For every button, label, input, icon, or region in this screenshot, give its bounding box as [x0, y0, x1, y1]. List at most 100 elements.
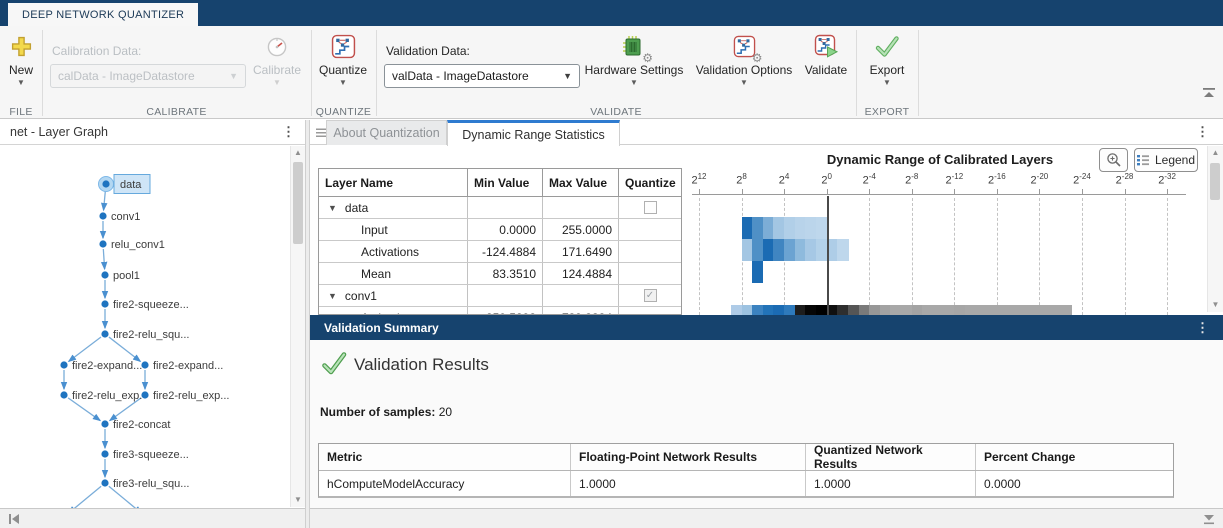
zoom-in-button[interactable]: [1099, 148, 1128, 172]
x-axis-line: [692, 194, 1186, 195]
heatmap-cell: [1018, 305, 1030, 315]
heatmap-cell: [752, 261, 764, 283]
quantize-cell: [619, 219, 681, 240]
validation-data-dropdown[interactable]: valData - ImageDatastore ▼: [384, 64, 580, 88]
graph-node-label[interactable]: data: [120, 179, 142, 191]
heatmap-cell: [1050, 305, 1062, 315]
graph-node-fire2-relu_exp-l[interactable]: [60, 391, 68, 399]
quantize-button-label: Quantize: [318, 63, 368, 77]
heatmap-cell: [816, 217, 828, 239]
heatmap-cell: [1007, 305, 1019, 315]
dynamic-range-stats-table: Layer Name Min Value Max Value Quantize ▼ dat…: [318, 168, 682, 315]
graph-node-fire3-squeeze[interactable]: [101, 450, 109, 458]
graph-node-label[interactable]: fire2-concat: [113, 419, 170, 431]
x-tick-mark: [954, 189, 956, 194]
graph-node-label[interactable]: fire3-relu_squ...: [113, 478, 189, 490]
quantize-cell: [619, 307, 681, 314]
graph-node-fire2-relu_squ[interactable]: [101, 330, 109, 338]
scroll-up-icon[interactable]: ▲: [1208, 146, 1223, 160]
graph-node-label[interactable]: fire2-relu_exp...: [153, 390, 229, 402]
max-value-cell: 171.6490: [543, 241, 619, 262]
gridline: [1081, 198, 1083, 315]
max-value-cell: 255.0000: [543, 219, 619, 240]
layer-graph-scrollbar[interactable]: ▲ ▼: [290, 146, 305, 507]
quantize-checkbox[interactable]: ✓: [643, 289, 657, 302]
graph-node-pool1[interactable]: [101, 271, 109, 279]
table-row: hComputeModelAccuracy 1.0000 1.0000 0.0000: [319, 471, 1173, 496]
validation-panel-menu-icon[interactable]: ⋮: [1196, 320, 1209, 336]
graph-node-conv1[interactable]: [99, 212, 107, 220]
graph-node-fire3-relu_squ[interactable]: [101, 479, 109, 487]
reference-line-2pow0: [826, 196, 829, 315]
graph-node-label[interactable]: fire2-expand...: [72, 360, 142, 372]
ribbon-tab-bar: DEEP NETWORK QUANTIZER: [0, 0, 1223, 26]
heatmap-cell: [762, 217, 775, 239]
heatmap-cell: [901, 305, 913, 315]
layer-name-cell: Input: [319, 219, 468, 240]
ribbon-tab-deep-network-quantizer[interactable]: DEEP NETWORK QUANTIZER: [8, 3, 199, 26]
collapse-ribbon-icon[interactable]: [1201, 86, 1217, 98]
quantize-checkbox[interactable]: [643, 201, 657, 214]
validation-summary-header: Validation Summary ⋮: [310, 315, 1223, 340]
max-value-cell: 124.4884: [543, 263, 619, 284]
heatmap-cell: [879, 305, 892, 315]
gridline: [869, 198, 871, 315]
graph-node-label[interactable]: fire3-squeeze...: [113, 449, 189, 461]
hardware-settings-dropdown-arrow[interactable]: ▼: [630, 79, 638, 87]
graph-node-fire2-expand-l[interactable]: [60, 361, 68, 369]
heatmap-cell: [1028, 305, 1040, 315]
collapse-left-panel-icon[interactable]: [7, 512, 21, 528]
row-expander-icon[interactable]: ▼: [328, 291, 337, 301]
graph-node-fire2-relu_exp-r[interactable]: [141, 391, 149, 399]
export-button[interactable]: Export ▼: [822, 33, 952, 87]
heatmap-cell: [741, 217, 753, 239]
graph-node-label[interactable]: fire2-relu_exp.: [72, 390, 142, 402]
gear-icon: ⚙: [642, 51, 653, 65]
scroll-down-icon[interactable]: ▼: [1208, 298, 1223, 312]
chart-scrollbar[interactable]: ▲ ▼: [1207, 146, 1223, 312]
layer-name-cell: Activations: [319, 241, 468, 262]
new-dropdown-arrow[interactable]: ▼: [17, 79, 25, 87]
export-section-label: EXPORT: [864, 106, 910, 118]
panel-menu-icon[interactable]: ⋮: [282, 124, 295, 140]
graph-node-fire2-expand-r[interactable]: [141, 361, 149, 369]
scrollbar-thumb[interactable]: [1210, 163, 1220, 200]
x-tick-label: 2-20: [1030, 172, 1049, 187]
quantize-dropdown-arrow[interactable]: ▼: [339, 79, 347, 87]
graph-node-label[interactable]: pool1: [113, 270, 140, 282]
layer-graph-canvas[interactable]: data conv1 relu_conv1 pool1 fire2-squeeze...…: [0, 145, 288, 508]
x-tick-label: 2-24: [1073, 172, 1091, 187]
tab-about-quantization[interactable]: About Quantization: [326, 120, 447, 145]
x-tick-mark: [1081, 189, 1083, 194]
graph-node-label[interactable]: fire2-relu_squ...: [113, 329, 189, 341]
graph-node-label[interactable]: relu_conv1: [111, 239, 165, 251]
validation-options-dropdown-arrow[interactable]: ▼: [740, 79, 748, 87]
row-expander-icon[interactable]: ▼: [328, 203, 337, 213]
graph-node-data[interactable]: [102, 180, 110, 188]
quantize-icon: [331, 33, 356, 60]
graph-node-fire2-concat[interactable]: [101, 420, 109, 428]
validation-cell: 1.0000: [806, 471, 976, 496]
graph-node-fire2-squeeze[interactable]: [101, 300, 109, 308]
scroll-down-icon[interactable]: ▼: [291, 493, 305, 507]
legend-button[interactable]: Legend: [1134, 148, 1198, 172]
table-row: ▼ conv1 ✓: [319, 285, 681, 307]
graph-node-label[interactable]: fire2-squeeze...: [113, 299, 189, 311]
graph-node-label[interactable]: conv1: [111, 211, 140, 223]
heatmap-cell: [816, 305, 828, 315]
x-tick-label: 28: [736, 172, 747, 187]
collapse-bottom-panel-icon[interactable]: [1202, 512, 1216, 528]
new-plus-icon: [10, 33, 33, 60]
graph-node-relu_conv1[interactable]: [99, 240, 107, 248]
max-value-cell: [543, 285, 619, 306]
tab-dynamic-range-statistics[interactable]: Dynamic Range Statistics: [447, 120, 620, 146]
export-dropdown-arrow[interactable]: ▼: [883, 79, 891, 87]
x-tick-label: 2-4: [862, 172, 876, 187]
heatmap-cell: [773, 305, 785, 315]
tab-strip-menu-icon[interactable]: ⋮: [1196, 124, 1209, 140]
scroll-up-icon[interactable]: ▲: [291, 146, 305, 160]
magnifier-plus-icon: [1106, 153, 1121, 167]
scrollbar-thumb[interactable]: [293, 162, 303, 244]
graph-node-label[interactable]: fire2-expand...: [153, 360, 223, 372]
calibrate-section-label: CALIBRATE: [146, 106, 207, 118]
